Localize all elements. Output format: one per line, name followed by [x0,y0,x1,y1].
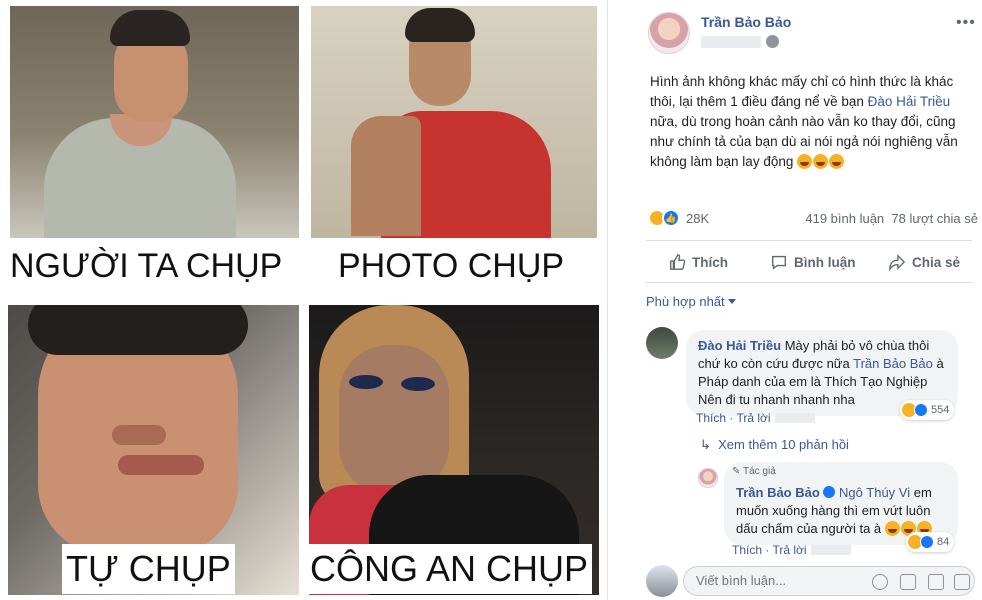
author-badge-label: Tác giả [742,466,776,477]
view-more-label: Xem thêm 10 phản hồi [718,437,849,452]
post-mention[interactable]: Đào Hải Triều [868,94,951,109]
reaction-count[interactable]: 28K [686,211,709,226]
comment-timestamp[interactable] [774,413,815,423]
sticker-icon[interactable] [954,574,970,590]
like-reaction-icon: 👍 [662,209,680,227]
caret-down-icon [727,299,736,304]
gif-icon[interactable] [928,574,944,590]
post-timestamp[interactable] [701,36,761,48]
more-icon[interactable]: ••• [956,14,976,32]
photo-top-left [10,6,299,238]
laughing-emoji-icon [797,154,813,169]
comment-composer[interactable] [683,566,975,596]
emoji-icon[interactable] [872,574,888,590]
like-reaction-icon [920,535,934,549]
comment-reaction-count: 554 [931,404,950,416]
comment-input[interactable] [696,573,866,588]
share-button[interactable]: Chia sẻ [888,250,960,274]
reply-like-link[interactable]: Thích [732,543,762,557]
comment-like-link[interactable]: Thích [696,411,726,425]
viewer-avatar[interactable] [646,565,678,597]
comment-mention[interactable]: Trần Bảo Bảo [853,356,933,371]
divider [646,240,972,241]
reply-actions: Thích · Trả lời [732,543,851,557]
meme-image: NGƯỜI TA CHỤP PHOTO CHỤP TỰ CHỤP CÔNG AN… [0,0,607,600]
comment-actions: Thích · Trả lời [696,411,815,425]
caption-photo-chup: PHOTO CHỤP [334,242,569,290]
comment-icon [772,255,786,270]
reply-author-avatar[interactable] [698,468,718,488]
comment-share-count[interactable]: 419 bình luận 78 lượt chia sẻ [805,211,978,226]
comment-label: Bình luận [794,254,856,270]
laughing-emoji-icon [884,521,900,536]
caption-cong-an-chup: CÔNG AN CHỤP [306,544,593,594]
comment-count[interactable]: 419 bình luận [805,211,884,226]
post-author-name[interactable]: Trần Bảo Bảo [701,14,791,30]
reply-mention[interactable]: Ngô Thúy Vi [839,485,910,500]
share-count[interactable]: 78 lượt chia sẻ [891,211,978,226]
view-more-replies[interactable]: ↳ Xem thêm 10 phản hồi [700,437,849,453]
author-badge: ✎ Tác giả [732,466,776,477]
verified-badge-icon [823,486,836,498]
laughing-emoji-icon [829,154,845,169]
comment-reply-link[interactable]: Trả lời [736,411,770,425]
author-avatar[interactable] [648,12,690,54]
reply-reply-link[interactable]: Trả lời [772,543,806,557]
like-icon [670,254,686,270]
post-stats: 👍 28K 419 bình luận 78 lượt chia sẻ [648,208,978,228]
sort-label: Phù hợp nhất [646,294,725,309]
like-button[interactable]: Thích [668,250,728,274]
comment-author[interactable]: Đào Hải Triều [698,338,781,353]
share-icon [889,254,906,271]
caption-tu-chup: TỰ CHỤP [62,544,235,594]
reply-author[interactable]: Trần Bảo Bảo [736,485,820,500]
like-label: Thích [692,254,728,270]
post-body: Hình ảnh không khác mấy chỉ có hình thức… [650,72,972,172]
like-reaction-icon [914,403,928,417]
comment-button[interactable]: Bình luận [770,250,856,274]
commenter-avatar[interactable] [646,327,678,359]
globe-icon [766,35,779,48]
reply-reactions[interactable]: 84 [906,532,955,552]
divider [646,282,972,283]
caption-nguoi-ta-chup: NGƯỜI TA CHỤP [6,242,287,290]
camera-icon[interactable] [900,574,916,590]
reply-timestamp[interactable] [810,545,851,555]
comment-reactions[interactable]: 554 [900,400,955,420]
laughing-emoji-icon [813,154,829,169]
reply-reaction-count: 84 [937,536,950,548]
comment-sort-dropdown[interactable]: Phù hợp nhất [646,294,736,309]
photo-top-right [311,6,597,238]
share-label: Chia sẻ [912,254,961,270]
